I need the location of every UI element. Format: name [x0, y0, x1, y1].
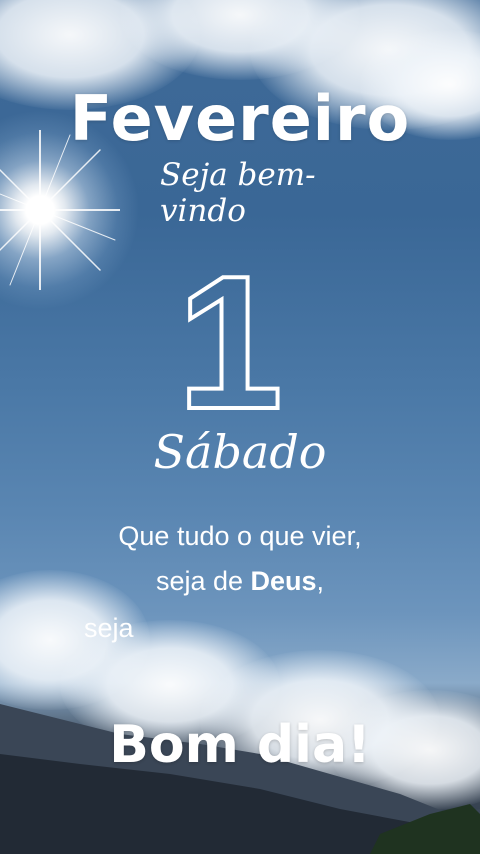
quote-line-2-prefix: seja de: [155, 566, 251, 596]
weekday: Sábado: [153, 425, 327, 479]
greeting: Bom dia!: [109, 715, 371, 775]
day-number: 1: [180, 258, 280, 418]
svg-text:1: 1: [180, 258, 280, 418]
quote-line-2: seja de Deus,: [0, 566, 480, 597]
quote-line-3: seja: [84, 613, 134, 643]
quote-line-1: Que tudo o que vier,: [118, 521, 362, 551]
welcome-subtitle: Seja bem-vindo: [160, 157, 316, 229]
quote-line-2-suffix: ,: [316, 566, 325, 596]
quote-highlight: Deus: [250, 566, 317, 596]
month-title: Fevereiro: [69, 82, 411, 155]
